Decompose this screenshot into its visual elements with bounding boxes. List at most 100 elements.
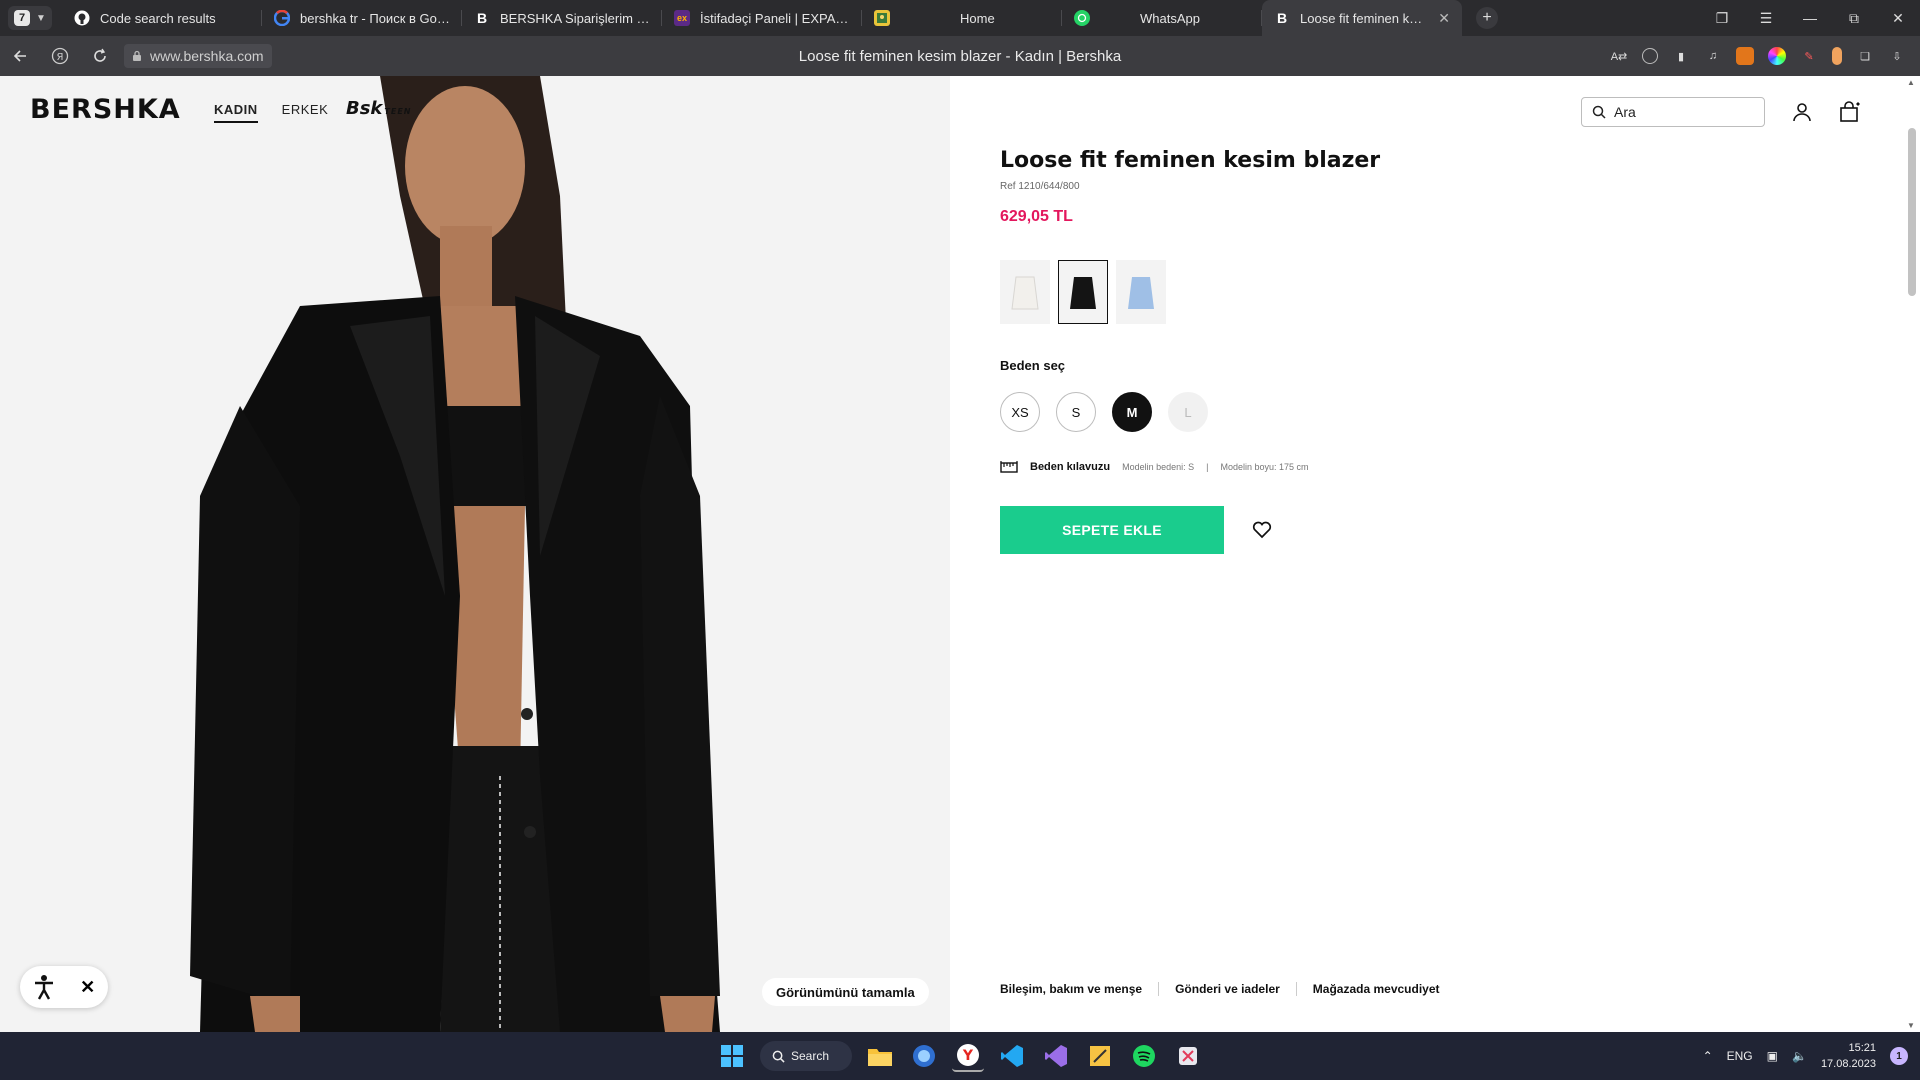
composition-care-link[interactable]: Bileşim, bakım ve menşe xyxy=(1000,982,1158,996)
complete-look-button[interactable]: Görünümünü tamamla xyxy=(762,978,929,1006)
windows-start-icon[interactable] xyxy=(716,1040,748,1072)
windows-taskbar: Search Y ⌃ ENG ▣ 🔈 15:21 17.08.2023 1 xyxy=(0,1032,1920,1080)
color-wheel-icon[interactable] xyxy=(1768,47,1786,65)
clock[interactable]: 15:21 17.08.2023 xyxy=(1821,1040,1876,1072)
tab-list: Code search results bershka tr - Поиск в… xyxy=(62,0,1462,36)
accessibility-widget[interactable]: ✕ xyxy=(20,966,108,1008)
network-icon[interactable]: ▣ xyxy=(1767,1049,1778,1063)
home-image-icon xyxy=(874,10,890,26)
color-swatch-black[interactable] xyxy=(1058,260,1108,324)
url-field[interactable]: www.bershka.com xyxy=(124,44,272,68)
model-size: Modelin bedeni: S xyxy=(1122,462,1195,472)
browser-tab-strip: 7 ▼ Code search results bershka tr - Пои… xyxy=(0,0,1920,36)
shipping-returns-link[interactable]: Gönderi ve iadeler xyxy=(1158,982,1296,996)
nav-kadin[interactable]: KADIN xyxy=(214,102,258,123)
product-image-pane: ✕ Görünümünü tamamla xyxy=(0,76,950,1032)
new-tab-button[interactable]: + xyxy=(1476,7,1498,29)
yandex-browser-icon[interactable]: Y xyxy=(952,1040,984,1072)
search-icon xyxy=(1592,105,1606,119)
github-icon xyxy=(74,10,90,26)
restore-icon[interactable]: ⧉ xyxy=(1832,0,1876,36)
menu-icon[interactable]: ☰ xyxy=(1744,0,1788,36)
scroll-down-icon[interactable]: ▼ xyxy=(1907,1021,1915,1030)
bookmark-icon[interactable]: ▮ xyxy=(1672,47,1690,65)
size-guide-link[interactable]: Beden kılavuzu xyxy=(1030,461,1110,473)
file-explorer-icon[interactable] xyxy=(864,1040,896,1072)
size-option-xs[interactable]: XS xyxy=(1000,392,1040,432)
yandex-button[interactable]: Я xyxy=(40,36,80,76)
tab-expargo[interactable]: ex İstifadəçi Paneli | EXPARGO xyxy=(662,0,862,36)
blazer-thumbnail-icon xyxy=(1011,276,1039,310)
color-swatch-light-blue[interactable] xyxy=(1116,260,1166,324)
chevron-up-icon[interactable]: ⌃ xyxy=(1703,1049,1713,1063)
tab-code-search[interactable]: Code search results xyxy=(62,0,262,36)
search-icon xyxy=(772,1050,785,1063)
lock-icon xyxy=(133,50,141,61)
visual-studio-icon[interactable] xyxy=(1040,1040,1072,1072)
close-icon[interactable]: ✕ xyxy=(80,977,95,998)
pen-icon[interactable]: ✎ xyxy=(1800,47,1818,65)
tab-home[interactable]: Home xyxy=(862,0,1062,36)
product-info: Loose fit feminen kesim blazer Ref 1210/… xyxy=(1000,76,1880,1032)
cart-button[interactable] xyxy=(1838,100,1862,124)
page-scrollbar[interactable]: ▲ ▼ xyxy=(1904,76,1920,1032)
size-selector: XS S M L xyxy=(1000,392,1208,432)
tab-whatsapp[interactable]: WhatsApp xyxy=(1062,0,1262,36)
browser-app-icon[interactable] xyxy=(908,1040,940,1072)
heart-icon xyxy=(1252,521,1272,539)
collections-icon[interactable]: ❐ xyxy=(1700,0,1744,36)
metamask-fox-icon[interactable] xyxy=(1736,47,1754,65)
language-indicator[interactable]: ENG xyxy=(1727,1049,1753,1063)
scrollbar-thumb[interactable] xyxy=(1908,128,1916,296)
sticky-notes-icon[interactable] xyxy=(1084,1040,1116,1072)
size-select-label: Beden seç xyxy=(1000,358,1066,373)
accessibility-icon[interactable] xyxy=(33,974,55,1000)
store-availability-link[interactable]: Mağazada mevcudiyet xyxy=(1295,982,1456,996)
search-input[interactable]: Ara xyxy=(1581,97,1765,127)
account-button[interactable] xyxy=(1790,100,1814,124)
close-window-icon[interactable]: ✕ xyxy=(1876,0,1920,36)
taskbar-apps: Search Y xyxy=(716,1040,1204,1072)
translate-icon[interactable]: A⇄ xyxy=(1610,47,1628,65)
back-button[interactable] xyxy=(0,36,40,76)
spotify-icon[interactable] xyxy=(1128,1040,1160,1072)
vscode-icon[interactable] xyxy=(996,1040,1028,1072)
music-icon[interactable]: ♫ xyxy=(1704,47,1722,65)
notification-badge[interactable]: 1 xyxy=(1890,1047,1908,1065)
capsule-icon[interactable] xyxy=(1832,47,1842,65)
download-icon[interactable]: ⇩ xyxy=(1888,47,1906,65)
bershka-logo[interactable]: BERSHKA xyxy=(30,94,181,125)
yandex-icon: Я xyxy=(51,47,69,65)
minimize-icon[interactable]: — xyxy=(1788,0,1832,36)
snipping-tool-icon[interactable] xyxy=(1172,1040,1204,1072)
tab-loose-fit-blazer[interactable]: B Loose fit feminen kesim blazer ✕ xyxy=(1262,0,1462,36)
bershka-b-icon: B xyxy=(1276,10,1288,26)
extensions-puzzle-icon[interactable]: ❏ xyxy=(1856,47,1874,65)
window-controls: ❐ ☰ — ⧉ ✕ xyxy=(1700,0,1920,36)
bershka-b-icon: B xyxy=(476,10,488,26)
google-icon xyxy=(274,10,290,26)
reload-button[interactable] xyxy=(80,36,120,76)
tab-counter-button[interactable]: 7 ▼ xyxy=(8,6,52,30)
size-option-s[interactable]: S xyxy=(1056,392,1096,432)
taskbar-search-button[interactable]: Search xyxy=(760,1041,852,1071)
tab-count: 7 xyxy=(14,10,31,26)
tab-google-search[interactable]: bershka tr - Поиск в Google xyxy=(262,0,462,36)
clock-date: 17.08.2023 xyxy=(1820,1058,1876,1070)
bsk-logo-text: Bsk xyxy=(346,98,383,119)
product-photo xyxy=(0,76,950,1032)
color-swatch-white[interactable] xyxy=(1000,260,1050,324)
chevron-down-icon: ▼ xyxy=(36,12,46,24)
product-info-links: Bileşim, bakım ve menşe Gönderi ve iadel… xyxy=(1000,982,1456,996)
bsk-teen-logo[interactable]: Bsk TEEN xyxy=(346,98,412,119)
tab-bershka-orders[interactable]: B BERSHKA Siparişlerim | Bershka xyxy=(462,0,662,36)
volume-icon[interactable]: 🔈 xyxy=(1792,1049,1807,1063)
size-option-m[interactable]: M xyxy=(1112,392,1152,432)
close-tab-icon[interactable]: ✕ xyxy=(1438,10,1450,27)
add-to-cart-button[interactable]: SEPETE EKLE xyxy=(1000,506,1224,554)
wishlist-button[interactable] xyxy=(1250,518,1274,542)
protect-icon[interactable] xyxy=(1642,48,1658,64)
tab-title: Home xyxy=(960,10,995,26)
blazer-thumbnail-icon xyxy=(1128,277,1154,309)
nav-erkek[interactable]: ERKEK xyxy=(282,102,329,123)
